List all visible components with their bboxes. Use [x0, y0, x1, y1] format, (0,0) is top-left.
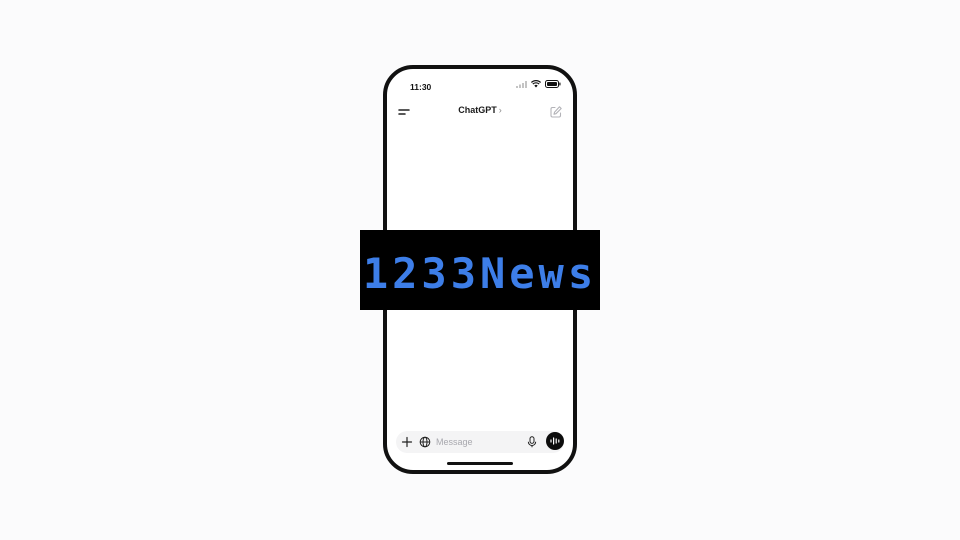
watermark-wordmark: 1233News: [363, 249, 597, 298]
message-composer: [396, 431, 564, 453]
cellular-signal-icon: [516, 80, 527, 88]
plus-icon[interactable]: [401, 436, 413, 448]
nav-bar: ChatGPT ›: [387, 101, 573, 123]
globe-icon[interactable]: [419, 436, 431, 448]
watermark-text: 1233News: [363, 249, 597, 298]
status-bar: 11:30: [387, 69, 573, 101]
page-title: ChatGPT: [458, 105, 497, 115]
status-time: 11:30: [410, 82, 432, 92]
status-icons: [516, 80, 561, 88]
watermark-logo: 1233News: [360, 230, 600, 310]
chevron-right-icon: ›: [498, 105, 502, 115]
message-input[interactable]: [436, 434, 526, 450]
screen: 11:30 ChatGPT › Message 1233News: [0, 0, 960, 540]
voice-mode-icon: [550, 437, 560, 445]
model-selector[interactable]: ChatGPT ›: [387, 105, 573, 115]
home-indicator: [447, 462, 513, 465]
battery-icon: [545, 80, 561, 88]
microphone-icon[interactable]: [527, 436, 537, 448]
wifi-icon: [531, 80, 541, 88]
new-chat-icon[interactable]: [549, 105, 563, 119]
voice-mode-button[interactable]: [546, 432, 564, 450]
